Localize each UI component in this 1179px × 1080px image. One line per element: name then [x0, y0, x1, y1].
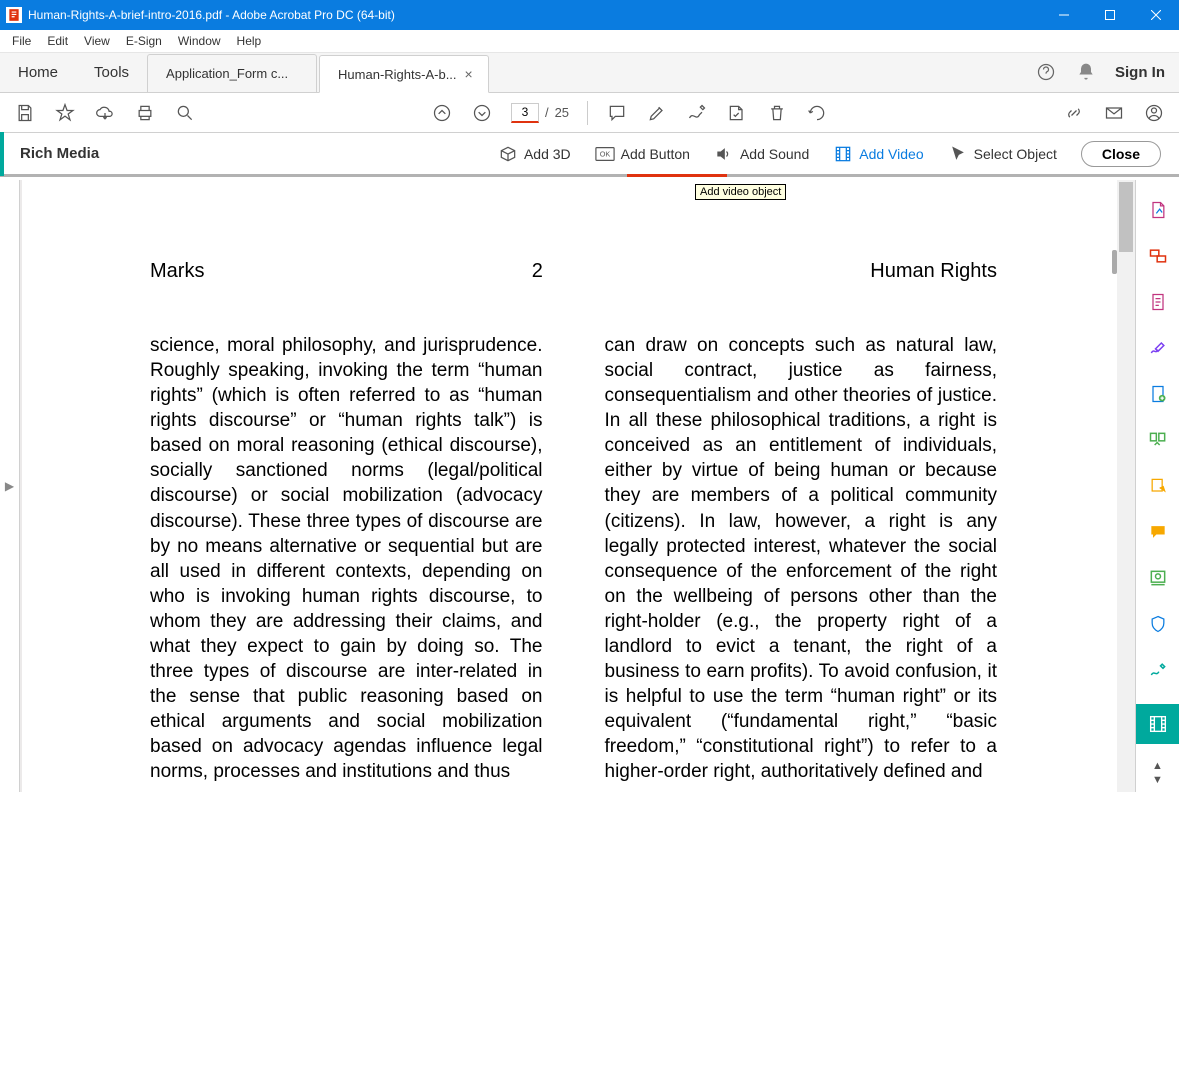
help-icon[interactable]	[1035, 61, 1057, 83]
save-icon[interactable]	[14, 102, 36, 124]
chevron-right-icon: ▶	[5, 479, 14, 493]
send-comments-icon[interactable]	[1146, 474, 1170, 498]
menu-window[interactable]: Window	[170, 30, 229, 52]
menu-edit[interactable]: Edit	[39, 30, 76, 52]
close-window-button[interactable]	[1133, 0, 1179, 30]
zoom-icon[interactable]	[174, 102, 196, 124]
rich-media-title: Rich Media	[20, 145, 99, 162]
window-title: Human-Rights-A-brief-intro-2016.pdf - Ad…	[28, 8, 1041, 22]
active-tool-underline	[627, 174, 727, 177]
print-icon[interactable]	[134, 102, 156, 124]
tab-home[interactable]: Home	[0, 52, 76, 92]
doc-tab-1[interactable]: Application_Form c...	[147, 54, 317, 92]
comment-rail-icon[interactable]	[1146, 520, 1170, 544]
menu-help[interactable]: Help	[229, 30, 270, 52]
fill-sign-rail-icon[interactable]	[1146, 658, 1170, 682]
film-icon	[833, 144, 853, 164]
profile-icon[interactable]	[1143, 102, 1165, 124]
vertical-scrollbar[interactable]	[1117, 180, 1135, 792]
stamp-icon[interactable]	[726, 102, 748, 124]
page-up-icon[interactable]	[431, 102, 453, 124]
draw-icon[interactable]	[686, 102, 708, 124]
page-header-right: Human Rights	[870, 260, 997, 283]
cursor-icon	[948, 144, 968, 164]
pdf-page: Marks 2 Human Rights science, moral phil…	[22, 180, 1117, 1080]
column-left: science, moral philosophy, and jurisprud…	[150, 333, 543, 784]
trash-icon[interactable]	[766, 102, 788, 124]
page-number-input[interactable]	[511, 103, 539, 123]
page-indicator: / 25	[511, 103, 569, 123]
scroll-thumb[interactable]	[1119, 182, 1133, 252]
menu-view[interactable]: View	[76, 30, 118, 52]
rotate-icon[interactable]	[806, 102, 828, 124]
rich-media-rail-icon[interactable]	[1136, 704, 1179, 744]
create-pdf-icon[interactable]	[1146, 198, 1170, 222]
add-video-tool[interactable]: Add Video	[833, 144, 923, 164]
close-tab-icon[interactable]: ×	[465, 66, 473, 82]
doc-tab-2[interactable]: Human-Rights-A-b... ×	[319, 55, 489, 93]
combine-icon[interactable]	[1146, 244, 1170, 268]
export-pdf-icon[interactable]	[1146, 382, 1170, 406]
edit-pdf-icon[interactable]	[1146, 290, 1170, 314]
bell-icon[interactable]	[1075, 61, 1097, 83]
doc-tab-1-label: Application_Form c...	[166, 66, 288, 81]
column-right: can draw on concepts such as natural law…	[605, 333, 998, 784]
sign-icon[interactable]	[1146, 336, 1170, 360]
tab-row: Home Tools Application_Form c... Human-R…	[0, 53, 1179, 93]
sign-in-button[interactable]: Sign In	[1115, 64, 1165, 81]
page-down-icon[interactable]	[471, 102, 493, 124]
ok-button-icon: OK	[595, 144, 615, 164]
svg-text:OK: OK	[599, 149, 610, 158]
page-header-left: Marks	[150, 260, 204, 283]
star-icon[interactable]	[54, 102, 76, 124]
scan-icon[interactable]	[1146, 566, 1170, 590]
acrobat-icon	[6, 7, 22, 23]
highlight-icon[interactable]	[646, 102, 668, 124]
add-sound-tool[interactable]: Add Sound	[714, 144, 809, 164]
add-3d-tool[interactable]: Add 3D	[498, 144, 571, 164]
left-nav-rail[interactable]: ▶	[0, 180, 20, 792]
title-bar: Human-Rights-A-brief-intro-2016.pdf - Ad…	[0, 0, 1179, 30]
main-toolbar: / 25	[0, 93, 1179, 133]
menu-esign[interactable]: E-Sign	[118, 30, 170, 52]
page-header-num: 2	[532, 260, 543, 283]
cube-icon	[498, 144, 518, 164]
link-icon[interactable]	[1063, 102, 1085, 124]
doc-tab-2-label: Human-Rights-A-b...	[338, 67, 456, 82]
protect-icon[interactable]	[1146, 612, 1170, 636]
rail-scroll-arrows[interactable]: ▲▼	[1152, 760, 1163, 786]
page-total: 25	[555, 105, 569, 120]
mail-icon[interactable]	[1103, 102, 1125, 124]
add-button-tool[interactable]: OKAdd Button	[595, 144, 690, 164]
comment-icon[interactable]	[606, 102, 628, 124]
cloud-icon[interactable]	[94, 102, 116, 124]
menu-file[interactable]: File	[4, 30, 39, 52]
rich-media-bar: Rich Media Add 3D OKAdd Button Add Sound…	[0, 133, 1179, 177]
select-object-tool[interactable]: Select Object	[948, 144, 1057, 164]
speaker-icon	[714, 144, 734, 164]
close-richmedia-button[interactable]: Close	[1081, 141, 1161, 167]
tooltip: Add video object	[695, 184, 786, 200]
menu-bar: File Edit View E-Sign Window Help	[0, 30, 1179, 53]
tab-tools[interactable]: Tools	[76, 52, 147, 92]
minimize-button[interactable]	[1041, 0, 1087, 30]
maximize-button[interactable]	[1087, 0, 1133, 30]
right-tool-rail: ▲▼	[1135, 180, 1179, 792]
document-area: ▶ Marks 2 Human Rights science, moral ph…	[0, 180, 1135, 792]
organize-icon[interactable]	[1146, 428, 1170, 452]
